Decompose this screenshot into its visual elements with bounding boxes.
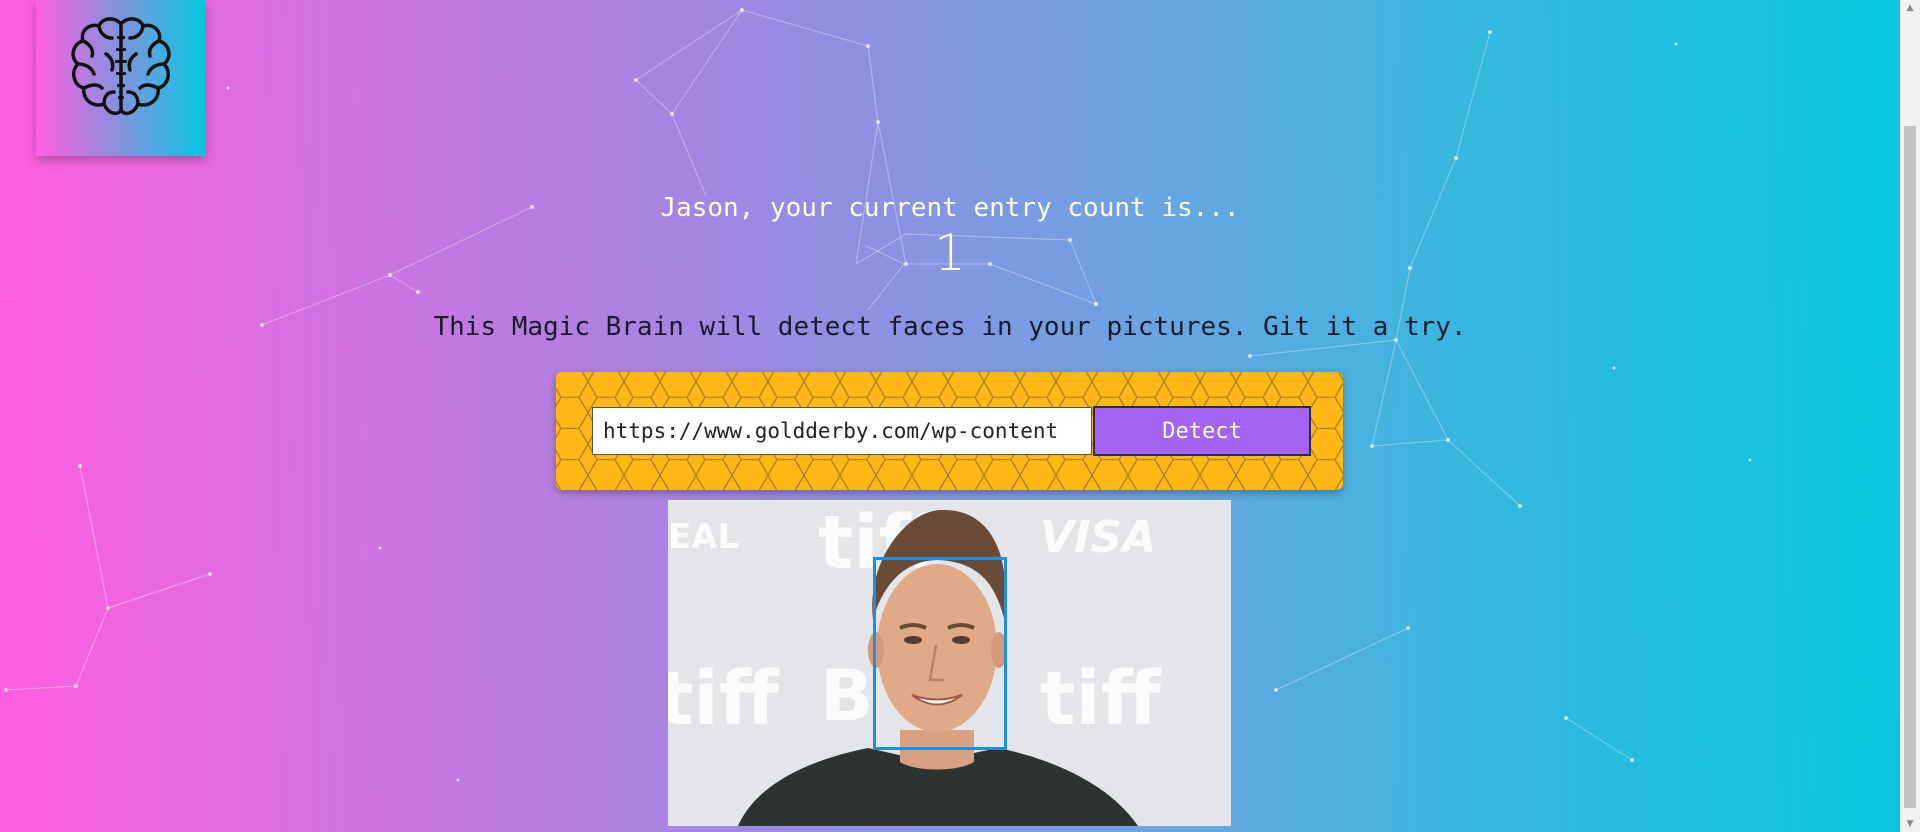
backdrop-logo-visa: VISA [1040, 512, 1156, 563]
backdrop-logo-tiff-2: tiff [668, 656, 780, 742]
brain-icon [71, 17, 171, 116]
scrollbar-thumb[interactable] [1904, 126, 1916, 808]
backdrop-logo-eal: EAL [668, 517, 739, 557]
scroll-down-arrow-icon[interactable]: ▼ [1900, 816, 1920, 832]
image-link-form: Detect [556, 372, 1343, 490]
image-url-input[interactable] [592, 407, 1092, 455]
tagline: This Magic Brain will detect faces in yo… [433, 312, 1467, 342]
entry-count-message: Jason, your current entry count is... [660, 193, 1240, 223]
scrollbar[interactable]: ▲ ▼ [1900, 0, 1920, 832]
detect-button[interactable]: Detect [1093, 406, 1311, 456]
backdrop-logo-b: B [820, 655, 873, 737]
result-image: tiff VISA EAL tiff B tiff [668, 500, 1231, 826]
scroll-up-arrow-icon[interactable]: ▲ [1900, 0, 1920, 16]
entry-count-value: 1 [934, 224, 966, 282]
face-bounding-box [873, 557, 1007, 750]
backdrop-logo-tiff-3: tiff [1040, 656, 1162, 742]
logo [36, 0, 205, 156]
